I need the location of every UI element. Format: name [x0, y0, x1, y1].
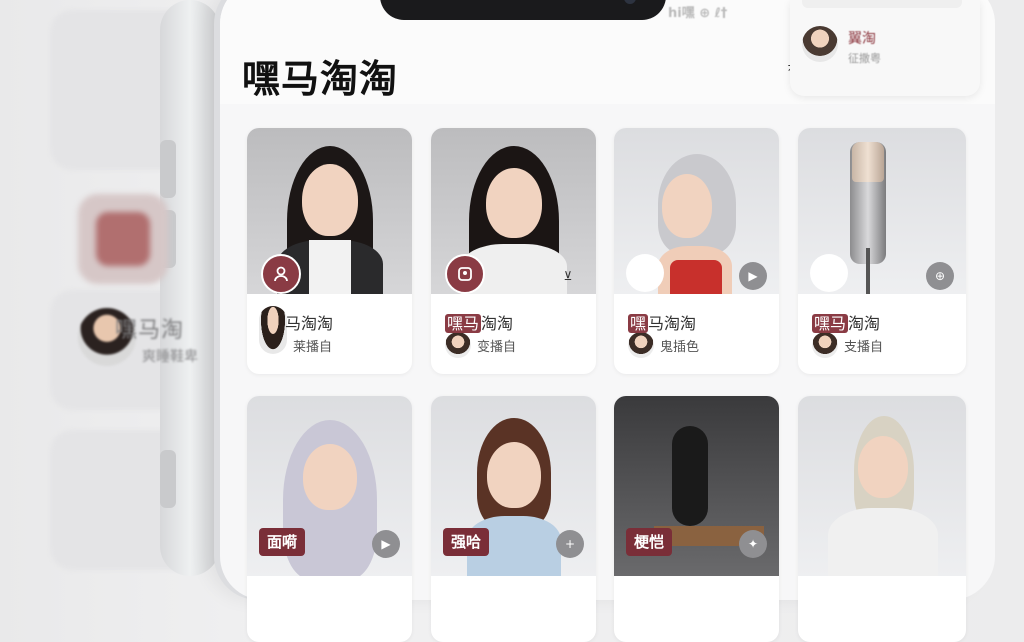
card-subtitle: 支播自 — [844, 340, 884, 355]
download-icon[interactable]: ⊻ — [554, 262, 582, 290]
background-name: 嘿马淘 — [115, 318, 185, 343]
portrait-face — [487, 442, 541, 508]
card-title-text: 马淘淘 — [285, 314, 334, 333]
portrait-face — [302, 164, 358, 236]
portrait-top — [670, 260, 722, 294]
play-icon[interactable]: ▶ — [739, 262, 767, 290]
avatar — [802, 26, 838, 62]
card-title-text: 淘淘 — [848, 314, 881, 333]
badge-placeholder — [626, 254, 664, 292]
background-sub: 爽睡鞋卑 — [142, 349, 198, 365]
card-title: 马淘淘 — [285, 310, 333, 334]
portrait-face — [303, 444, 357, 510]
float-card-sub: 征撒粤 — [848, 52, 881, 65]
side-button — [160, 140, 176, 198]
content-card[interactable]: ⊻ 嘿马 淘淘 变播自 — [431, 128, 596, 374]
creator-avatar — [445, 332, 471, 358]
phone-notch — [380, 0, 666, 20]
card-title-highlight: 嘿马 — [812, 314, 849, 333]
portrait-body — [828, 508, 938, 576]
card-subtitle: 鬼插色 — [660, 340, 700, 355]
sparkle-icon[interactable]: ✦ — [739, 530, 767, 558]
content-card[interactable] — [798, 396, 966, 642]
card-title: 嘿马淘淘 — [812, 310, 880, 334]
microphone-stand — [866, 248, 870, 294]
portrait-shirt — [309, 240, 351, 294]
float-card-name: 翼淘 — [848, 31, 876, 47]
card-title-highlight: 嘿马 — [445, 314, 482, 333]
add-icon[interactable]: + — [556, 530, 584, 558]
creator-avatar — [259, 306, 287, 354]
card-tag: 面嗬 — [259, 528, 306, 556]
creator-avatar — [812, 332, 838, 358]
image-badge-icon[interactable] — [445, 254, 485, 294]
microphone-head — [852, 142, 884, 182]
card-subtitle: 莱播自 — [293, 340, 333, 355]
page-title: 嘿马淘淘 — [242, 57, 399, 101]
card-tag: 强哈 — [443, 528, 490, 556]
card-thumbnail — [798, 396, 966, 576]
camera-icon — [624, 0, 636, 4]
person-badge-icon[interactable] — [261, 254, 301, 294]
badge-placeholder — [810, 254, 848, 292]
microphone-icon — [672, 426, 708, 526]
content-card[interactable]: 梗恺 ✦ — [614, 396, 779, 642]
status-bar: hi嘿 ⊕ ℓ† — [668, 6, 728, 21]
creator-avatar — [628, 332, 654, 358]
more-icon[interactable]: ⊕ — [926, 262, 954, 290]
card-title-text: 淘淘 — [481, 314, 514, 333]
content-card[interactable]: ▶ 嘿马淘淘 鬼插色 — [614, 128, 779, 374]
content-card[interactable]: ⊕ 嘿马 淘淘 支播自 — [798, 128, 966, 374]
content-card[interactable]: 强哈 + — [431, 396, 596, 642]
play-icon[interactable]: ▶ — [372, 530, 400, 558]
portrait-face — [486, 168, 542, 238]
portrait-face — [662, 174, 712, 238]
content-card[interactable]: 面嗬 ▶ — [247, 396, 412, 642]
content-card[interactable]: 马淘淘 莱播自 — [247, 128, 412, 374]
floating-profile-card[interactable]: 翼淘 征撒粤 — [790, 0, 980, 96]
card-tag: 梗恺 — [626, 528, 673, 556]
side-button — [160, 450, 176, 508]
card-title-highlight: 嘿 — [628, 314, 649, 333]
card-title: 嘿马淘淘 — [445, 310, 513, 334]
card-subtitle: 变播自 — [477, 340, 517, 355]
background-logo — [78, 194, 168, 284]
float-card-edge — [802, 0, 962, 8]
card-title-text: 马淘淘 — [648, 314, 697, 333]
card-title: 嘿马淘淘 — [628, 310, 696, 334]
portrait-face — [858, 436, 908, 498]
